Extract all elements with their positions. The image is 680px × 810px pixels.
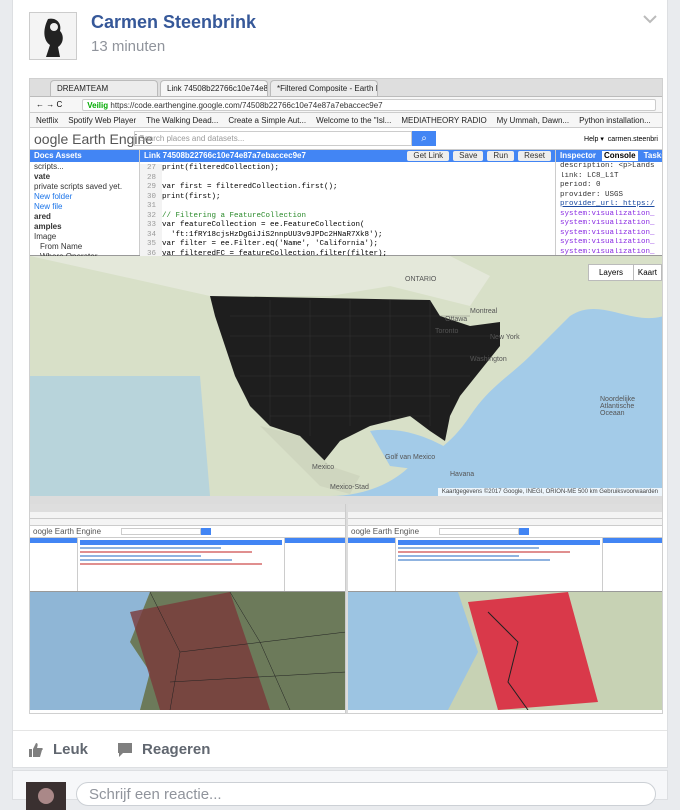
tab-console: Console	[602, 151, 638, 161]
search-icon: ⌕	[412, 131, 436, 146]
mini-screenshot-left: oogle Earth Engine	[30, 504, 346, 713]
nav-arrows-icon: ← → C	[36, 100, 63, 109]
browser-addressbar: ← → C Veilig https://code.earthengine.go…	[30, 97, 662, 113]
code-lines: 27 print(filteredCollection); 28 29 var firs…	[140, 162, 555, 271]
mini-screenshot-right: oogle Earth Engine	[348, 504, 662, 713]
gee-search-input: Search places and datasets...	[134, 131, 412, 146]
scripts-panel: Docs Assets scripts... vate private scri…	[30, 150, 140, 261]
map-graphic	[30, 256, 662, 496]
code-line: 35 var filter = ee.Filter.eq('Name', 'Cal…	[140, 240, 555, 250]
scripts-tabs: Docs Assets	[30, 150, 139, 162]
bookmark: The Walking Dead...	[146, 115, 219, 125]
get-link-button: Get Link	[407, 151, 450, 161]
thumbs-up-icon	[29, 742, 43, 757]
user-avatar	[26, 782, 66, 810]
editor-header: Link 74508b22766c10e74e87a7ebaccec9e7 Ge…	[140, 150, 555, 162]
code-editor: Link 74508b22766c10e74e87a7ebaccec9e7 Ge…	[140, 150, 556, 269]
bookmark: Create a Simple Aut...	[228, 115, 307, 125]
code-line: 27 print(filteredCollection);	[140, 164, 555, 174]
chevron-down-icon[interactable]	[641, 10, 659, 28]
post-image-screenshot[interactable]: DREAMTEAM Link 74508b22766c10e74e87a7 *F…	[29, 78, 663, 714]
map-view: Layers Kaart ONTARIO Ottawa Montreal Tor…	[30, 256, 662, 496]
browser-tabbar: DREAMTEAM Link 74508b22766c10e74e87a7 *F…	[30, 79, 662, 97]
code-line: 30 print(first);	[140, 192, 555, 202]
browser-tab: *Filtered Composite - Earth En	[270, 80, 378, 96]
code-line: 31	[140, 202, 555, 212]
browser-url: Veilig https://code.earthengine.google.c…	[82, 98, 656, 111]
facebook-post: Carmen Steenbrink 13 minuten DREAMTEAM L…	[12, 0, 668, 768]
comment-input[interactable]: Schrijf een reactie...	[76, 782, 656, 806]
comment-icon	[118, 742, 133, 757]
browser-tab: DREAMTEAM	[50, 80, 158, 96]
bookmarks-bar: Netflix Spotify Web Player The Walking D…	[30, 113, 662, 128]
comment-button[interactable]: Reageren	[116, 741, 210, 759]
author-avatar[interactable]	[29, 12, 77, 60]
code-line: 34 'ft:1fRY18cjsHzDgGiJiS2nnpUU3v9JPDc2H…	[140, 230, 555, 240]
bookmark: Spotify Web Player	[68, 115, 137, 125]
code-line: 29 var first = filteredCollection.first()…	[140, 183, 555, 193]
code-line: 28	[140, 173, 555, 183]
mini-gee-logo: oogle Earth Engine	[33, 527, 102, 536]
post-actions: Leuk Reageren	[13, 730, 667, 768]
code-line: 32// Filtering a FeatureCollection	[140, 211, 555, 221]
author-name[interactable]: Carmen Steenbrink	[91, 12, 256, 33]
bookmark: Python installation...	[579, 115, 651, 125]
save-button: Save	[453, 151, 484, 161]
layers-button: Layers	[587, 264, 634, 281]
gee-header: oogle Earth Engine Search places and dat…	[30, 128, 662, 150]
map-type-button: Kaart	[632, 264, 662, 281]
tab-tasks: Tasks	[643, 151, 662, 160]
mini-gee-logo: oogle Earth Engine	[351, 527, 420, 536]
gee-user: Help ▾ carmen.steenbri	[584, 135, 658, 143]
reset-button: Reset	[518, 151, 551, 161]
bookmark: My Ummah, Dawn...	[496, 115, 570, 125]
browser-tab: Link 74508b22766c10e74e87a7	[160, 80, 268, 96]
console-panel: Inspector Console Tasks description: <p>…	[556, 150, 662, 256]
bookmark: MEDIATHEORY RADIO	[401, 115, 487, 125]
bookmark: Welcome to the "Isl...	[316, 115, 392, 125]
like-button[interactable]: Leuk	[27, 741, 88, 759]
bookmark: Netflix	[36, 115, 59, 125]
tab-inspector: Inspector	[560, 151, 597, 160]
gee-panels: Docs Assets scripts... vate private scri…	[30, 150, 662, 269]
map-attribution: Kaartgegevens ©2017 Google, INEGI, ORION…	[437, 488, 662, 496]
gee-logo: oogle Earth Engine	[34, 130, 154, 147]
post-timestamp[interactable]: 13 minuten	[91, 38, 165, 55]
run-button: Run	[487, 151, 515, 161]
code-line: 33 var featureCollection = ee.FeatureColl…	[140, 221, 555, 231]
